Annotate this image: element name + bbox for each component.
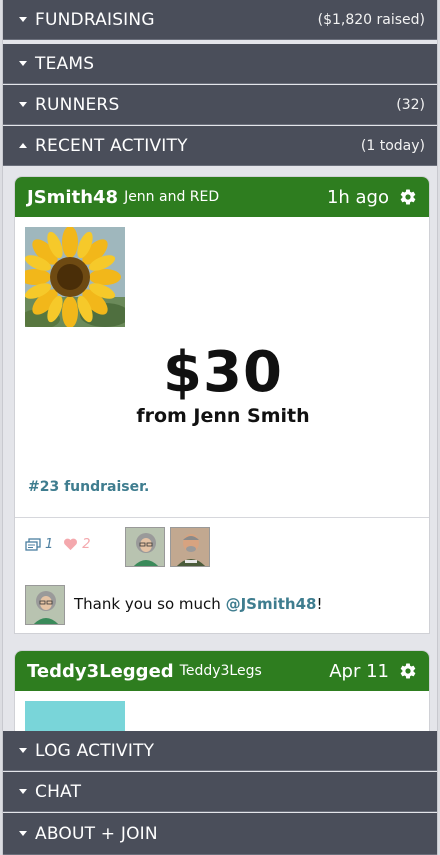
donation-amount: $30 xyxy=(163,340,283,405)
section-chat[interactable]: CHAT xyxy=(3,772,437,812)
section-runners[interactable]: RUNNERS (32) xyxy=(3,85,437,125)
card-time: Apr 11 xyxy=(329,660,389,682)
gear-icon[interactable] xyxy=(399,662,417,680)
app-frame: FUNDRAISING ($1,820 raised) TEAMS RUNNER… xyxy=(2,0,438,855)
liker-avatar[interactable] xyxy=(125,527,165,567)
section-log-activity[interactable]: LOG ACTIVITY xyxy=(3,731,437,771)
caret-down-icon xyxy=(19,17,27,22)
fundraiser-link[interactable]: #23 fundraiser. xyxy=(28,479,149,495)
card-header: Teddy3Legged Teddy3Legs Apr 11 xyxy=(15,651,429,691)
section-label: RUNNERS xyxy=(35,94,120,115)
card-username[interactable]: Teddy3Legged xyxy=(27,661,174,682)
card-username[interactable]: JSmith48 xyxy=(27,187,118,208)
sunflower-photo[interactable] xyxy=(25,227,125,327)
comment-end: ! xyxy=(316,595,323,613)
section-label: CHAT xyxy=(35,781,82,802)
section-recent-activity[interactable]: RECENT ACTIVITY (1 today) xyxy=(3,126,437,166)
card-time: 1h ago xyxy=(326,186,389,208)
comment-body: Thank you so much xyxy=(74,595,226,613)
caret-down-icon xyxy=(19,789,27,794)
commenter-avatar[interactable] xyxy=(25,585,65,625)
caret-down-icon xyxy=(19,748,27,753)
caret-up-icon xyxy=(19,143,27,148)
card-header: JSmith48 Jenn and RED 1h ago xyxy=(15,177,429,217)
card-divider xyxy=(15,517,429,518)
section-count: ($1,820 raised) xyxy=(317,11,425,28)
activity-card: JSmith48 Jenn and RED 1h ago $30 from Je… xyxy=(14,176,430,634)
likes-count: 2 xyxy=(82,537,91,552)
comments-stat[interactable]: 1 xyxy=(25,537,53,552)
section-count: (32) xyxy=(396,96,425,113)
section-fundraising[interactable]: FUNDRAISING ($1,820 raised) xyxy=(3,0,437,40)
section-label: ABOUT + JOIN xyxy=(35,823,158,844)
comments-count: 1 xyxy=(45,537,54,552)
likes-stat[interactable]: 2 xyxy=(63,537,91,552)
caret-down-icon xyxy=(19,831,27,836)
section-teams[interactable]: TEAMS xyxy=(3,44,437,84)
section-label: RECENT ACTIVITY xyxy=(35,135,188,156)
mention-link[interactable]: @JSmith48 xyxy=(226,595,317,613)
caret-down-icon xyxy=(19,61,27,66)
comment-icon xyxy=(25,537,41,552)
caret-down-icon xyxy=(19,102,27,107)
section-label: FUNDRAISING xyxy=(35,9,155,30)
card-stats: 1 2 xyxy=(25,537,91,552)
heart-icon xyxy=(63,538,78,551)
card-team[interactable]: Teddy3Legs xyxy=(180,663,262,679)
comment-text: Thank you so much @JSmith48! xyxy=(74,595,322,613)
liker-avatar[interactable] xyxy=(170,527,210,567)
gear-icon[interactable] xyxy=(399,188,417,206)
section-about-join[interactable]: ABOUT + JOIN xyxy=(3,813,437,855)
section-label: TEAMS xyxy=(35,53,95,74)
card-team[interactable]: Jenn and RED xyxy=(124,189,219,205)
section-count: (1 today) xyxy=(360,137,425,154)
donor-name: from Jenn Smith xyxy=(136,405,310,427)
section-label: LOG ACTIVITY xyxy=(35,740,155,761)
